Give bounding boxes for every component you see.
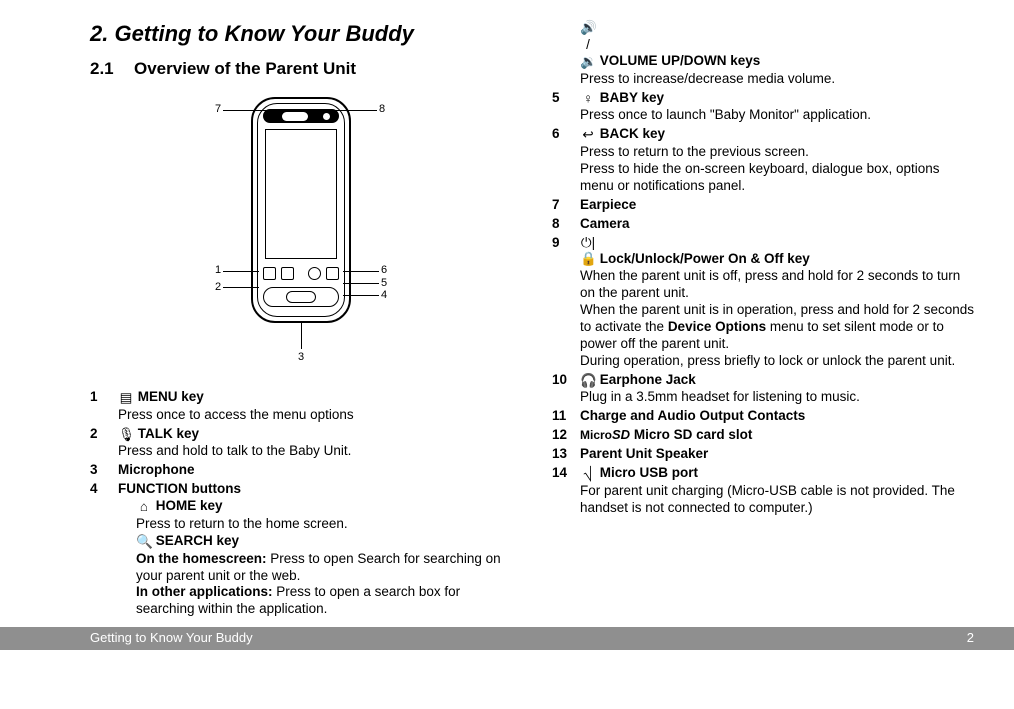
sub-label: VOLUME UP/DOWN keys <box>600 53 761 68</box>
page-number: 2 <box>967 630 974 646</box>
legend-label: Lock/Unlock/Power On & Off key <box>600 250 810 265</box>
legend-desc: Plug in a 3.5mm headset for listening to… <box>580 389 974 406</box>
legend-label: MENU key <box>138 389 204 404</box>
legend-number: 10 <box>552 372 580 407</box>
legend-item: 6↩ BACK key Press to return to the previo… <box>552 126 974 195</box>
legend-label: FUNCTION buttons <box>118 481 241 496</box>
sub-desc: Press to increase/decrease media volume. <box>580 71 974 88</box>
legend-desc: Press once to launch "Baby Monitor" appl… <box>580 107 974 124</box>
legend-left: 1▤ MENU key Press once to access the menu… <box>90 389 512 618</box>
inline-icon: ▤ <box>118 390 134 407</box>
legend-label: Camera <box>580 216 630 231</box>
legend-item: 9⏻|🔒 Lock/Unlock/Power On & Off key When … <box>552 235 974 370</box>
inline-icon: ⌂ <box>136 499 152 516</box>
legend-item: 3Microphone <box>90 462 512 479</box>
callout-8: 8 <box>379 103 385 117</box>
inline-icon: 🔍 <box>136 534 152 551</box>
sub-desc: In other applications: Press to open a s… <box>136 584 512 618</box>
legend-number: 6 <box>552 126 580 195</box>
inline-icon: 🔊 / 🔉 <box>580 20 596 71</box>
inline-icon: ⎷ <box>580 466 596 483</box>
legend-item: 5♀ BABY key Press once to launch "Baby Mo… <box>552 90 974 125</box>
sub-label: HOME key <box>156 498 223 513</box>
legend-label: BACK key <box>600 126 665 141</box>
legend-desc: Press once to access the menu options <box>118 407 512 424</box>
legend-desc: For parent unit charging (Micro-USB cabl… <box>580 483 974 517</box>
legend-desc: Press to hide the on-screen keyboard, di… <box>580 161 974 195</box>
inline-icon: ♀ <box>580 91 596 108</box>
legend-number: 2 <box>90 426 118 461</box>
callout-2: 2 <box>215 281 221 295</box>
legend-item: 1▤ MENU key Press once to access the menu… <box>90 389 512 424</box>
legend-item: 🔊 / 🔉 VOLUME UP/DOWN keys Press to increa… <box>552 20 974 88</box>
legend-number: 12 <box>552 427 580 444</box>
legend-number: 4 <box>90 481 118 618</box>
device-diagram: 7 8 1 2 6 5 4 3 <box>90 91 512 371</box>
callout-1: 1 <box>215 264 221 278</box>
legend-item: 2🎙 TALK key Press and hold to talk to the… <box>90 426 512 461</box>
legend-label: Earphone Jack <box>600 372 696 387</box>
legend-label: Microphone <box>118 462 195 477</box>
callout-3: 3 <box>298 351 304 365</box>
legend-number: 5 <box>552 90 580 125</box>
legend-desc: During operation, press briefly to lock … <box>580 353 974 370</box>
legend-label: TALK key <box>138 426 199 441</box>
page-footer: Getting to Know Your Buddy 2 <box>0 627 1014 650</box>
legend-number: 3 <box>90 462 118 479</box>
legend-label: Micro SD card slot <box>634 427 753 442</box>
legend-number: 1 <box>90 389 118 424</box>
inline-icon: ↩ <box>580 127 596 144</box>
footer-title: Getting to Know Your Buddy <box>90 630 253 646</box>
legend-number: 7 <box>552 197 580 214</box>
sub-label: SEARCH key <box>156 533 239 548</box>
legend-item: 12MicroSD Micro SD card slot <box>552 427 974 444</box>
sub-desc: On the homescreen: Press to open Search … <box>136 551 512 585</box>
subsection-title: 2.1Overview of the Parent Unit <box>90 58 512 79</box>
legend-number: 14 <box>552 465 580 517</box>
legend-number: 11 <box>552 408 580 425</box>
legend-desc: When the parent unit is off, press and h… <box>580 268 974 302</box>
legend-number: 8 <box>552 216 580 233</box>
callout-7: 7 <box>215 103 221 117</box>
inline-icon: 🎧 <box>580 373 596 390</box>
section-title: 2. Getting to Know Your Buddy <box>90 20 512 48</box>
legend-item: 11Charge and Audio Output Contacts <box>552 408 974 425</box>
legend-item: 13Parent Unit Speaker <box>552 446 974 463</box>
legend-label: Charge and Audio Output Contacts <box>580 408 805 423</box>
legend-item: 4FUNCTION buttons ⌂ HOME key Press to retu… <box>90 481 512 618</box>
legend-number: 9 <box>552 235 580 370</box>
microsd-icon: MicroSD <box>580 427 630 444</box>
legend-item: 7Earpiece <box>552 197 974 214</box>
inline-icon: 🎙 <box>118 427 134 444</box>
legend-desc: When the parent unit is in operation, pr… <box>580 302 974 353</box>
legend-label: Micro USB port <box>600 465 698 480</box>
legend-label: Parent Unit Speaker <box>580 446 708 461</box>
legend-item: 8Camera <box>552 216 974 233</box>
legend-item: 10🎧 Earphone Jack Plug in a 3.5mm headset… <box>552 372 974 407</box>
legend-item: 14⎷ Micro USB port For parent unit chargi… <box>552 465 974 517</box>
legend-number: 13 <box>552 446 580 463</box>
callout-4: 4 <box>381 289 387 303</box>
callout-6: 6 <box>381 264 387 278</box>
legend-desc: Press to return to the previous screen. <box>580 144 974 161</box>
sub-desc: Press to return to the home screen. <box>136 516 512 533</box>
legend-right: 🔊 / 🔉 VOLUME UP/DOWN keys Press to increa… <box>552 20 974 517</box>
legend-label: BABY key <box>600 90 664 105</box>
inline-icon: ⏻|🔒 <box>580 235 596 269</box>
legend-label: Earpiece <box>580 197 636 212</box>
legend-desc: Press and hold to talk to the Baby Unit. <box>118 443 512 460</box>
